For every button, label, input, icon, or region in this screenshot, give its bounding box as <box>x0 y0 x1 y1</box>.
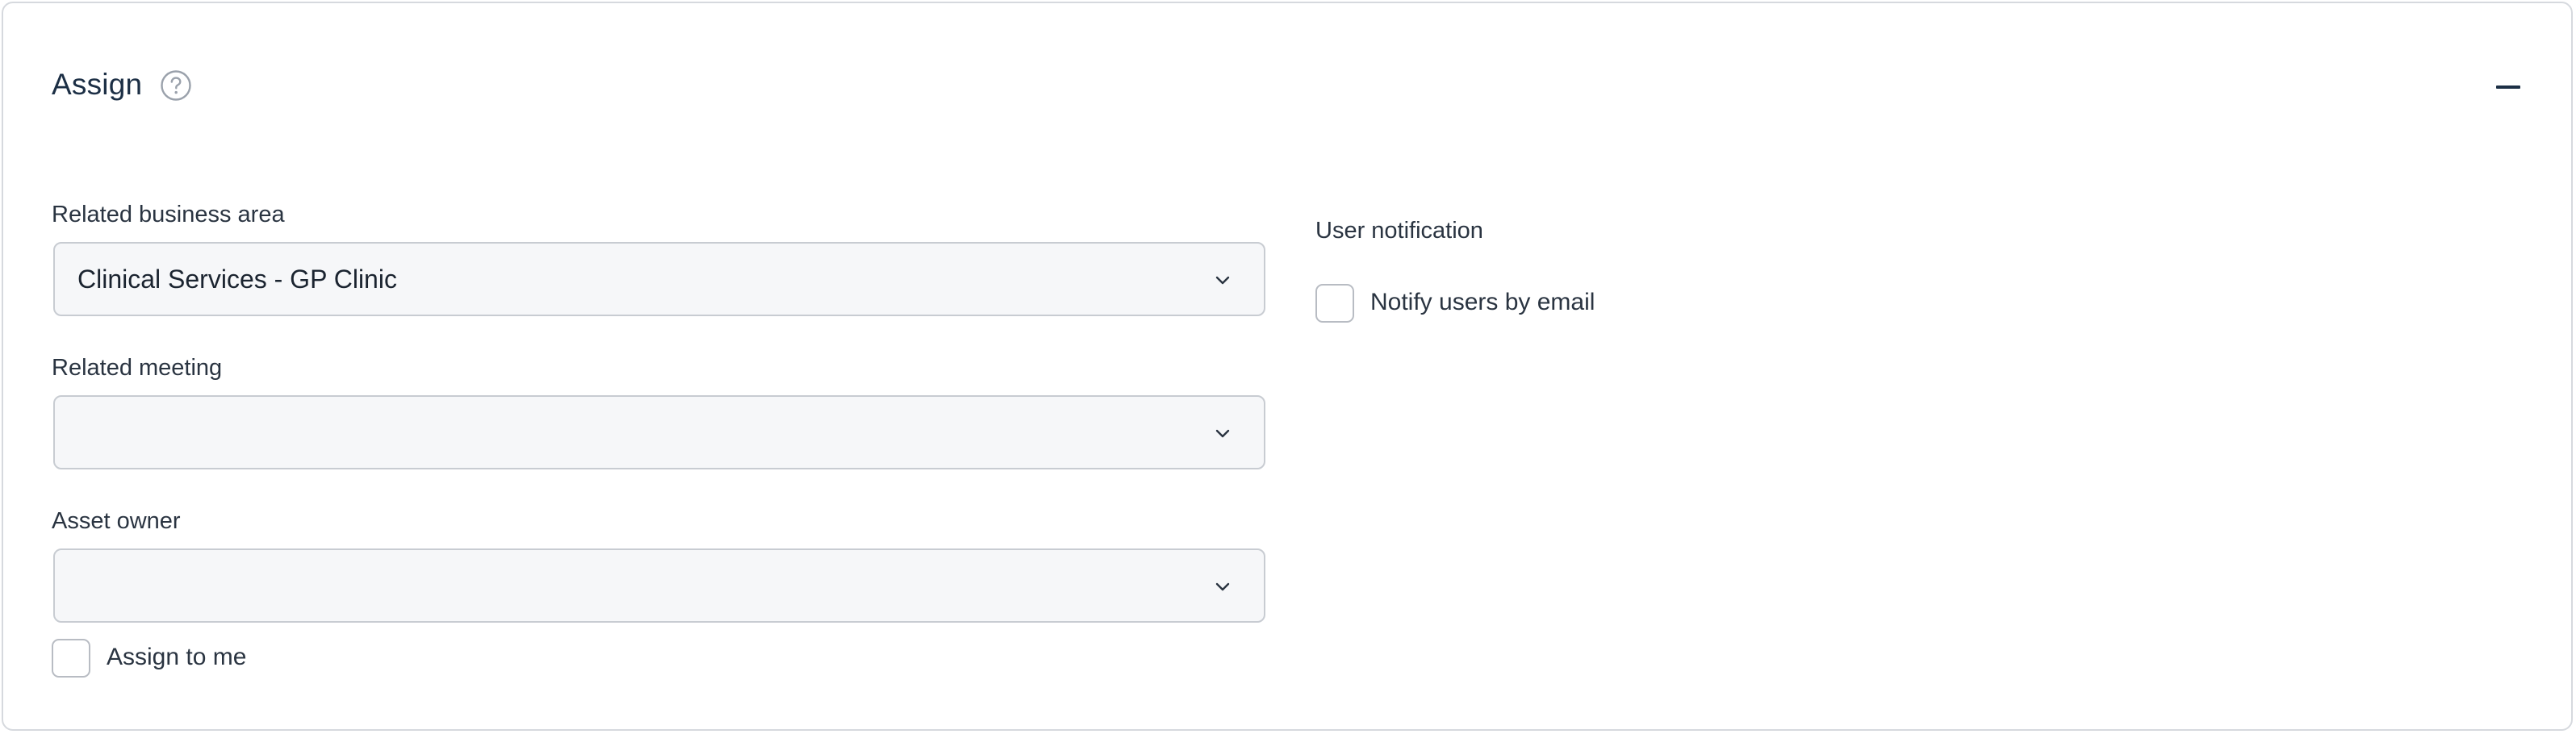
section-title: Assign <box>52 68 143 101</box>
notify-email-label[interactable]: Notify users by email <box>1370 286 1595 319</box>
assign-to-me-checkbox[interactable] <box>52 639 90 678</box>
notify-email-checkbox[interactable] <box>1315 284 1354 323</box>
minus-icon <box>2496 85 2520 89</box>
business-area-label: Related business area <box>52 202 285 227</box>
help-icon[interactable] <box>160 69 192 102</box>
chevron-down-icon <box>1212 269 1233 290</box>
chevron-down-icon <box>1212 576 1233 597</box>
business-area-value: Clinical Services - GP Clinic <box>77 265 397 294</box>
assign-to-me-label[interactable]: Assign to me <box>107 640 246 674</box>
chevron-down-icon <box>1212 423 1233 444</box>
meeting-label: Related meeting <box>52 355 223 381</box>
business-area-select[interactable]: Clinical Services - GP Clinic <box>53 242 1265 316</box>
user-notification-label: User notification <box>1315 218 1483 244</box>
assign-panel: Assign Related business area Clinical Se… <box>2 2 2573 731</box>
collapse-button[interactable] <box>2492 71 2524 103</box>
meeting-select[interactable] <box>53 395 1265 469</box>
asset-owner-label: Asset owner <box>52 508 181 534</box>
asset-owner-select[interactable] <box>53 548 1265 623</box>
